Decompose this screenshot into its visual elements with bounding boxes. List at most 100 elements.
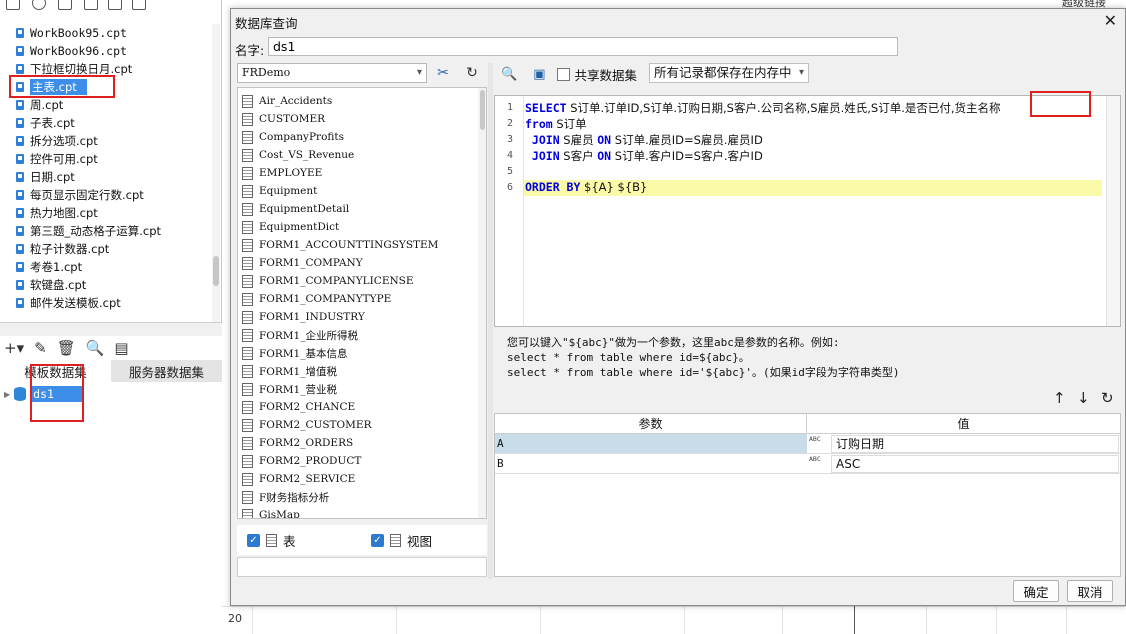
text-type-icon[interactable]: A​BC [809, 436, 829, 452]
table-item[interactable]: Air_Accidents [242, 92, 332, 110]
dataset-settings-icon[interactable]: ▤ [114, 339, 128, 357]
table-icon [242, 436, 253, 450]
table-item[interactable]: FORM2_CUSTOMER [242, 416, 372, 434]
connection-settings-icon[interactable]: ✂ [432, 63, 454, 83]
table-item[interactable]: FORM1_COMPANYLICENSE [242, 272, 414, 290]
file-item[interactable]: 软键盘.cpt [14, 276, 86, 294]
move-down-icon[interactable]: ↓ [1077, 389, 1090, 407]
sql-editor[interactable]: 1 SELECT S订单.订单ID,S订单.订购日期,S客户.公司名称,S雇员.姓… [494, 95, 1121, 327]
move-up-icon[interactable]: ↑ [1053, 389, 1066, 407]
refresh-params-icon[interactable]: ↻ [1101, 389, 1114, 407]
structure-icon[interactable] [84, 0, 98, 10]
param-value-input[interactable]: 订购日期 [831, 435, 1119, 453]
table-item[interactable]: EquipmentDict [242, 218, 339, 236]
delete-icon[interactable] [108, 0, 122, 10]
table-name: FORM1_基本信息 [259, 347, 348, 360]
table-search-input[interactable] [237, 557, 487, 577]
file-list-scrollbar[interactable] [212, 24, 220, 324]
table-icon [242, 94, 253, 108]
delete-dataset-icon[interactable]: 🗑 [57, 339, 76, 357]
table-item[interactable]: Equipment [242, 182, 317, 200]
add-dataset-icon[interactable]: +▾ [4, 339, 24, 357]
sql-editor-scrollbar[interactable] [1106, 96, 1120, 326]
table-item[interactable]: CompanyProfits [242, 128, 344, 146]
table-item[interactable]: FORM1_基本信息 [242, 344, 347, 362]
checkbox-checked-icon[interactable]: ✓ [371, 533, 384, 547]
file-item[interactable]: 控件可用.cpt [14, 150, 98, 168]
table-item[interactable]: FORM1_COMPANYTYPE [242, 290, 391, 308]
table-item[interactable]: EquipmentDetail [242, 200, 349, 218]
dialog-splitter[interactable] [488, 63, 493, 579]
close-icon[interactable]: ✕ [1104, 11, 1117, 30]
preview-icon[interactable]: 🔍 [86, 339, 105, 357]
file-item[interactable]: WorkBook96.cpt [14, 42, 127, 60]
filter-view[interactable]: ✓ 视图 [371, 531, 432, 550]
table-item[interactable]: F财务指标分析 [242, 488, 329, 506]
param-row[interactable]: A A​BC 订购日期 [495, 434, 1120, 454]
file-item[interactable]: 日期.cpt [14, 168, 75, 186]
param-name[interactable]: A [495, 434, 807, 453]
cancel-button[interactable]: 取消 [1067, 580, 1113, 602]
file-item[interactable]: 周.cpt [14, 96, 63, 114]
panel-splitter[interactable] [0, 322, 222, 336]
connection-select[interactable]: FRDemo ▾ [237, 63, 427, 83]
file-item[interactable]: 子表.cpt [14, 114, 75, 132]
table-list-scrollbar[interactable] [478, 88, 486, 518]
param-row[interactable]: B A​BC ASC [495, 454, 1120, 474]
file-item[interactable]: 每页显示固定行数.cpt [14, 186, 144, 204]
parameter-table: 参数 值 A A​BC 订购日期 B A​BC ASC [494, 413, 1121, 577]
table-item[interactable]: Cost_VS_Revenue [242, 146, 354, 164]
file-item[interactable]: 拆分选项.cpt [14, 132, 98, 150]
table-item[interactable]: FORM2_ORDERS [242, 434, 353, 452]
table-icon [242, 328, 253, 342]
table-icon [242, 274, 253, 288]
ok-button[interactable]: 确定 [1013, 580, 1059, 602]
expand-icon[interactable]: ▶ [4, 390, 10, 399]
tab-server-dataset[interactable]: 服务器数据集 [111, 360, 222, 382]
table-name: FORM1_COMPANYTYPE [259, 293, 392, 305]
refresh-icon[interactable] [32, 0, 46, 10]
edit-icon[interactable]: ✎ [34, 339, 47, 357]
table-item[interactable]: FORM2_SERVICE [242, 470, 355, 488]
copy-icon[interactable] [132, 0, 146, 10]
param-name[interactable]: B [495, 454, 807, 473]
file-item[interactable]: 粒子计数器.cpt [14, 240, 109, 258]
share-checkbox[interactable] [557, 67, 571, 81]
table-name: FORM1_COMPANYLICENSE [259, 275, 414, 287]
line-number: 2 [506, 118, 513, 129]
file-name: 第三题_动态格子运算.cpt [30, 224, 162, 238]
file-item[interactable]: 第三题_动态格子运算.cpt [14, 222, 161, 240]
file-item[interactable]: 邮件发送模板.cpt [14, 294, 121, 312]
table-item[interactable]: FORM1_COMPANY [242, 254, 363, 272]
new-file-icon[interactable] [6, 0, 20, 10]
table-name: FORM2_PRODUCT [259, 455, 362, 467]
file-name: 邮件发送模板.cpt [30, 296, 121, 310]
table-item[interactable]: FORM1_ACCOUNTTINGSYSTEM [242, 236, 438, 254]
file-item[interactable]: WorkBook95.cpt [14, 24, 127, 42]
table-item[interactable]: FORM1_INDUSTRY [242, 308, 365, 326]
table-item[interactable]: FORM1_增值税 [242, 362, 337, 380]
table-item[interactable]: FORM2_CHANCE [242, 398, 355, 416]
line-number: 4 [506, 150, 513, 161]
preview-sql-icon[interactable]: 🔍 [501, 67, 517, 82]
dataset-name-input[interactable] [268, 37, 898, 56]
open-folder-icon[interactable] [58, 0, 72, 10]
filter-table[interactable]: ✓ 表 [247, 531, 296, 550]
table-item[interactable]: FORM1_营业税 [242, 380, 337, 398]
file-item[interactable]: 考卷1.cpt [14, 258, 82, 276]
table-item[interactable]: EMPLOYEE [242, 164, 322, 182]
refresh-tables-icon[interactable]: ↻ [461, 63, 483, 83]
file-item[interactable]: 热力地图.cpt [14, 204, 98, 222]
table-item[interactable]: GisMap [242, 506, 300, 518]
cache-mode-select[interactable]: 所有记录都保存在内存中 ▾ [649, 63, 809, 83]
table-item[interactable]: FORM1_企业所得税 [242, 326, 358, 344]
data-connection-icon[interactable]: ▣ [533, 67, 545, 82]
table-name: FORM1_ACCOUNTTINGSYSTEM [259, 239, 439, 251]
text-type-icon[interactable]: A​BC [809, 456, 829, 472]
sql-line: from S订单 [525, 116, 587, 132]
param-value-input[interactable]: ASC [831, 455, 1119, 473]
table-name: EquipmentDict [259, 221, 340, 233]
table-item[interactable]: FORM2_PRODUCT [242, 452, 361, 470]
checkbox-checked-icon[interactable]: ✓ [247, 533, 260, 547]
table-item[interactable]: CUSTOMER [242, 110, 325, 128]
